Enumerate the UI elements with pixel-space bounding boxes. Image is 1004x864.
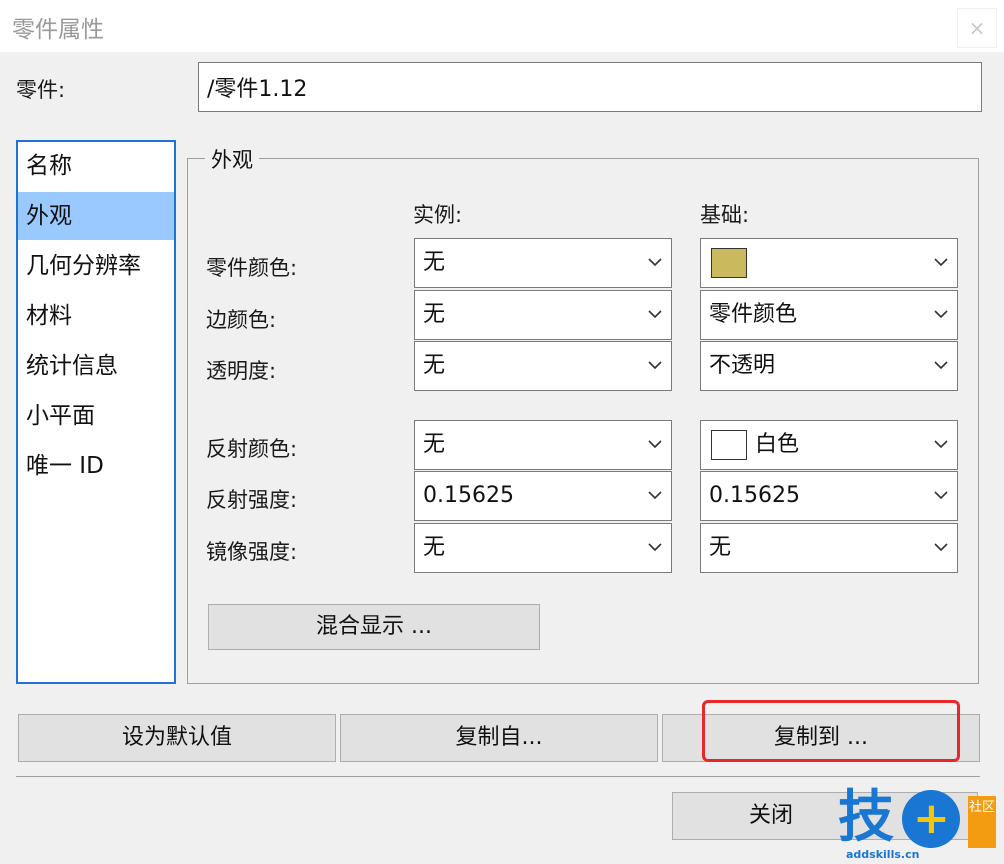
chevron-down-icon (934, 361, 948, 370)
reflection-color-base-select[interactable]: 白色 (700, 420, 958, 470)
chevron-down-icon (934, 258, 948, 267)
plus-icon: + (913, 793, 950, 844)
chevron-down-icon (934, 543, 948, 552)
select-value: 无 (423, 250, 446, 275)
window-title: 零件属性 (12, 17, 104, 43)
nav-item-statistics[interactable]: 统计信息 (18, 342, 174, 390)
reflection-color-label: 反射颜色: (206, 437, 298, 461)
chevron-down-icon (648, 543, 662, 552)
copy-to-highlight (702, 700, 960, 762)
chevron-down-icon (648, 440, 662, 449)
nav-item-geometry-resolution[interactable]: 几何分辨率 (18, 242, 174, 290)
part-color-label: 零件颜色: (206, 256, 298, 280)
select-value: 0.15625 (423, 483, 514, 508)
select-value: 不透明 (709, 353, 776, 378)
part-color-instance-select[interactable]: 无 (414, 238, 672, 288)
edge-color-instance-select[interactable]: 无 (414, 290, 672, 340)
select-value: 无 (423, 353, 446, 378)
blend-display-button[interactable]: 混合显示 ... (208, 604, 540, 650)
close-icon: × (968, 16, 986, 40)
reflection-intensity-base-select[interactable]: 0.15625 (700, 471, 958, 521)
part-properties-dialog: 零件属性 × 零件: /零件1.12 名称 外观 几何分辨率 材料 统计信息 小… (0, 0, 1004, 864)
chevron-down-icon (934, 491, 948, 500)
reflection-color-instance-select[interactable]: 无 (414, 420, 672, 470)
nav-item-appearance[interactable]: 外观 (18, 192, 174, 240)
transparency-instance-select[interactable]: 无 (414, 341, 672, 391)
close-window-button[interactable]: × (957, 8, 997, 48)
appearance-group-title: 外观 (205, 144, 259, 174)
chevron-down-icon (648, 258, 662, 267)
specular-intensity-base-select[interactable]: 无 (700, 523, 958, 573)
instance-column-header: 实例: (413, 203, 463, 227)
set-default-button[interactable]: 设为默认值 (18, 714, 336, 762)
part-path-field[interactable]: /零件1.12 (198, 62, 982, 112)
select-value: 无 (709, 535, 732, 560)
nav-item-material[interactable]: 材料 (18, 292, 174, 340)
select-value: 无 (423, 535, 446, 560)
title-bar: 零件属性 × (0, 0, 1004, 52)
chevron-down-icon (934, 440, 948, 449)
select-value: 白色 (755, 432, 800, 457)
site-watermark-logo: 技 + 社区 addskills.cn (838, 786, 1004, 864)
chevron-down-icon (934, 310, 948, 319)
copy-from-button[interactable]: 复制自... (340, 714, 658, 762)
transparency-label: 透明度: (206, 359, 277, 383)
reflection-intensity-label: 反射强度: (206, 488, 298, 512)
property-category-list: 名称 外观 几何分辨率 材料 统计信息 小平面 唯一 ID (16, 140, 176, 684)
logo-url: addskills.cn (846, 848, 920, 861)
reflection-intensity-instance-select[interactable]: 0.15625 (414, 471, 672, 521)
logo-char: 技 (838, 785, 894, 850)
chevron-down-icon (648, 361, 662, 370)
select-value: 无 (423, 302, 446, 327)
part-label: 零件: (16, 78, 66, 102)
nav-item-facets[interactable]: 小平面 (18, 392, 174, 440)
nav-item-unique-id[interactable]: 唯一 ID (18, 442, 174, 490)
color-swatch (711, 430, 747, 460)
color-swatch (711, 248, 747, 278)
base-column-header: 基础: (700, 203, 750, 227)
specular-intensity-label: 镜像强度: (206, 540, 298, 564)
edge-color-base-select[interactable]: 零件颜色 (700, 290, 958, 340)
select-value: 0.15625 (709, 483, 800, 508)
transparency-base-select[interactable]: 不透明 (700, 341, 958, 391)
divider (16, 776, 980, 777)
part-color-base-select[interactable] (700, 238, 958, 288)
edge-color-label: 边颜色: (206, 308, 277, 332)
select-value: 无 (423, 432, 446, 457)
logo-badge: 社区 (968, 796, 996, 848)
chevron-down-icon (648, 310, 662, 319)
specular-intensity-instance-select[interactable]: 无 (414, 523, 672, 573)
chevron-down-icon (648, 491, 662, 500)
select-value: 零件颜色 (709, 302, 798, 327)
nav-item-name[interactable]: 名称 (18, 142, 174, 190)
